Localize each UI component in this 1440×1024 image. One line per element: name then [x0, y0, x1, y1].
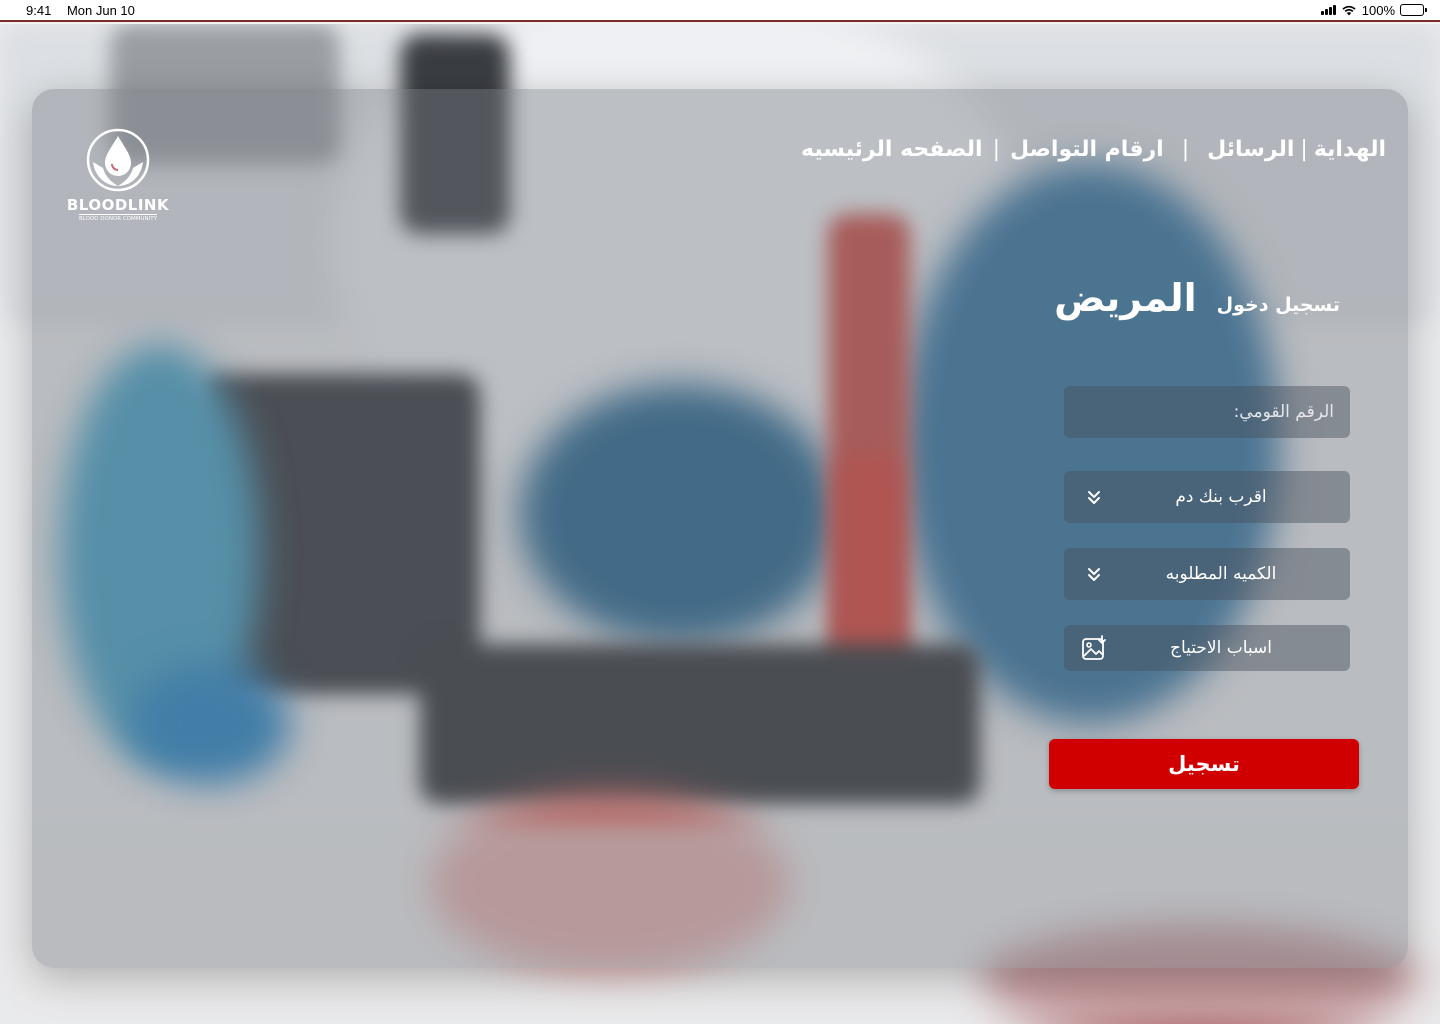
blood-drop-hands-icon [86, 128, 150, 192]
nearest-bank-select[interactable]: اقرب بنك دم [1064, 471, 1350, 523]
wifi-icon [1342, 5, 1356, 16]
national-id-input[interactable] [1080, 402, 1334, 422]
nav-item-messages[interactable]: الرسائل [1207, 137, 1294, 162]
bloodlink-logo: BLOODLINK BLOOD DONOR COMMUNITY [62, 126, 174, 228]
battery-icon [1400, 4, 1427, 16]
status-left: 9:41 Mon Jun 10 [26, 3, 147, 18]
battery-percent: 100% [1361, 2, 1395, 18]
status-bar: 9:41 Mon Jun 10 100% [0, 0, 1440, 22]
reasons-upload[interactable]: اسباب الاحتياج [1064, 625, 1350, 671]
status-date: Mon Jun 10 [66, 2, 135, 18]
register-button[interactable]: تسجيل [1049, 739, 1359, 789]
status-time: 9:41 [26, 2, 52, 18]
logo-tagline: BLOOD DONOR COMMUNITY [78, 214, 157, 222]
login-prefix: تسجيل دخول [1216, 294, 1340, 316]
reasons-label: اسباب الاحتياج [1169, 638, 1273, 658]
logo-brand: BLOODLINK [66, 196, 170, 214]
cellular-signal-icon [1320, 5, 1336, 15]
nav-item-home[interactable]: الصفحه الرئيسيه [801, 137, 983, 162]
national-id-field-wrapper [1064, 386, 1350, 438]
nav-separator: | [1300, 136, 1308, 162]
image-upload-icon [1080, 634, 1108, 662]
top-nav: الصفحه الرئيسيه | ارقام التواصل | الرسائ… [801, 132, 1386, 166]
nav-separator: | [992, 136, 1001, 162]
login-card [32, 89, 1408, 968]
nav-separator: | [1181, 136, 1190, 162]
double-chevron-down-icon [1080, 483, 1108, 511]
quantity-label: الكميه المطلوبه [1165, 564, 1277, 584]
double-chevron-down-icon [1080, 560, 1108, 588]
status-right: 100% [1320, 2, 1427, 18]
nav-item-contacts[interactable]: ارقام التواصل [1010, 137, 1164, 162]
quantity-select[interactable]: الكميه المطلوبه [1064, 548, 1350, 600]
login-role: المريض [1054, 276, 1197, 320]
nav-item-gifts[interactable]: الهداية [1314, 137, 1386, 162]
login-heading: تسجيل دخول المريض [1054, 276, 1340, 326]
nearest-bank-label: اقرب بنك دم [1175, 487, 1267, 507]
